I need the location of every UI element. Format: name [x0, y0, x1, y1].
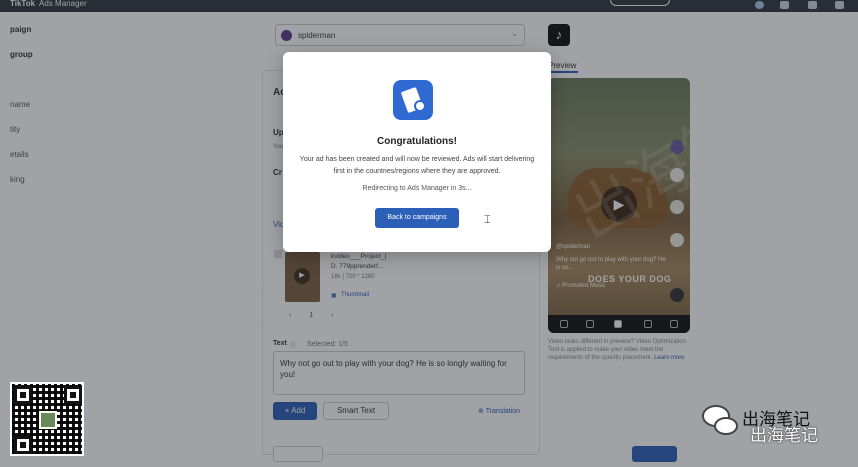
back-to-campaigns-button[interactable]: Back to campaigns [375, 208, 459, 228]
mouse-cursor-icon: ⌶ [484, 214, 491, 226]
modal-message: Your ad has been created and will now be… [299, 156, 535, 175]
qr-code [10, 382, 84, 456]
wechat-name-shadow: 出海笔记 [750, 426, 818, 446]
modal-title: Congratulations! [377, 136, 457, 147]
success-modal: Congratulations! Your ad has been create… [283, 52, 551, 252]
wechat-badge: 出海笔记 出海笔记 [702, 403, 848, 446]
modal-redirect-text: Redirecting to Ads Manager in 3s... [362, 185, 472, 192]
success-doc-icon [393, 80, 433, 120]
